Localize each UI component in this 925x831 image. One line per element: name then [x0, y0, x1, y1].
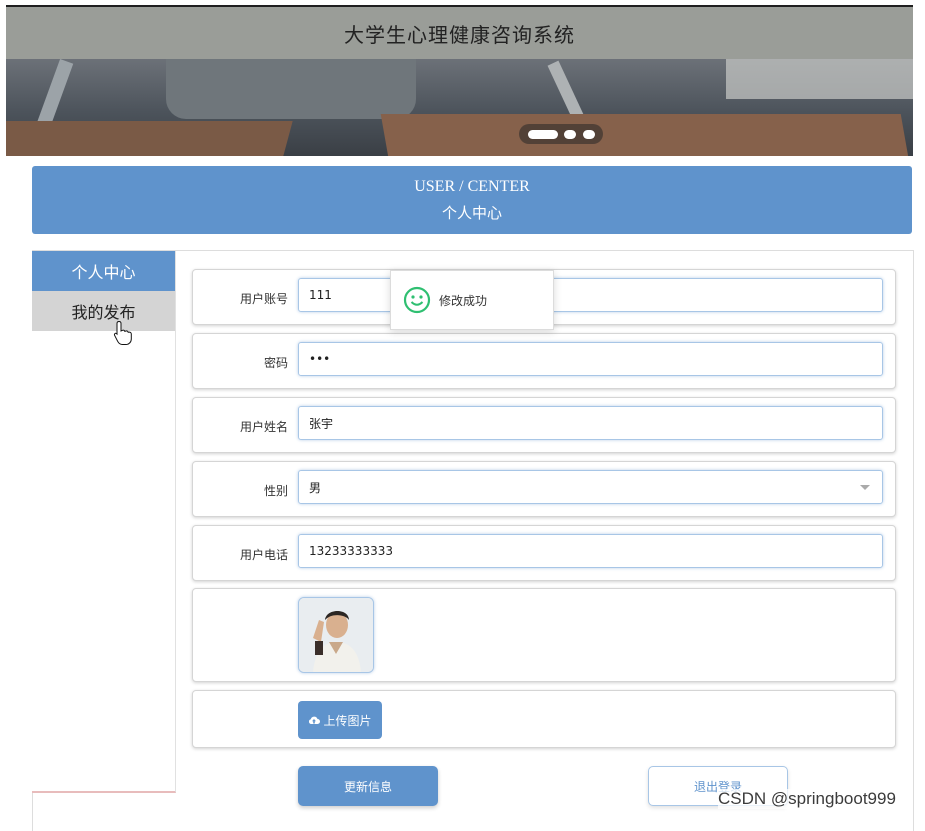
form-row-upload: 上传图片 [192, 690, 896, 748]
banner-desk [6, 121, 293, 156]
phone-label: 用户电话 [239, 548, 288, 562]
hand-pointer-icon [113, 320, 132, 345]
carousel-indicators[interactable] [519, 124, 603, 144]
sidebar-item-profile[interactable]: 个人中心 [32, 251, 175, 291]
gender-select[interactable]: 男 [298, 470, 883, 504]
carousel-dot[interactable] [564, 130, 576, 139]
form-row-gender: 性别 男 [192, 461, 896, 517]
form-row-name: 用户姓名 张宇 [192, 397, 896, 453]
toast-message: 修改成功 [439, 293, 488, 308]
sidebar: 个人中心 我的发布 [32, 251, 176, 793]
gender-selected-value: 男 [309, 480, 322, 495]
cloud-upload-icon [309, 716, 321, 724]
carousel-dot-active[interactable] [528, 130, 558, 139]
banner-wall [726, 59, 913, 99]
gender-label: 性别 [263, 484, 288, 498]
section-header: USER / CENTER 个人中心 [32, 166, 912, 234]
smile-icon [403, 286, 431, 314]
banner-desk [380, 114, 912, 156]
sidebar-item-label: 个人中心 [71, 263, 136, 282]
update-button-label: 更新信息 [343, 779, 392, 794]
section-title-en: USER / CENTER [414, 178, 530, 195]
avatar-photo [299, 598, 373, 672]
form-row-avatar [192, 588, 896, 682]
name-label: 用户姓名 [239, 420, 288, 434]
upload-button-label: 上传图片 [323, 713, 372, 728]
watermark: CSDN @springboot999 [718, 789, 896, 809]
site-title-bar: 大学生心理健康咨询系统 [6, 7, 913, 59]
phone-input[interactable]: 13233333333 [298, 534, 883, 568]
username-label: 用户账号 [239, 292, 288, 306]
carousel-dot[interactable] [583, 130, 595, 139]
banner-chair [166, 59, 416, 119]
banner-carousel[interactable] [6, 59, 913, 156]
name-input[interactable]: 张宇 [298, 406, 883, 440]
avatar[interactable] [298, 597, 374, 673]
upload-image-button[interactable]: 上传图片 [298, 701, 382, 739]
sidebar-item-my-posts[interactable]: 我的发布 [32, 291, 175, 331]
form-row-phone: 用户电话 13233333333 [192, 525, 896, 581]
password-label: 密码 [263, 356, 288, 370]
password-input[interactable]: ••• [298, 342, 883, 376]
username-input[interactable]: 111 [298, 278, 883, 312]
form-row-password: 密码 ••• [192, 333, 896, 389]
update-info-button[interactable]: 更新信息 [298, 766, 438, 806]
chevron-down-icon[interactable] [860, 485, 870, 490]
section-title-cn: 个人中心 [441, 206, 502, 222]
site-title: 大学生心理健康咨询系统 [344, 22, 575, 47]
success-toast: 修改成功 [390, 270, 554, 330]
